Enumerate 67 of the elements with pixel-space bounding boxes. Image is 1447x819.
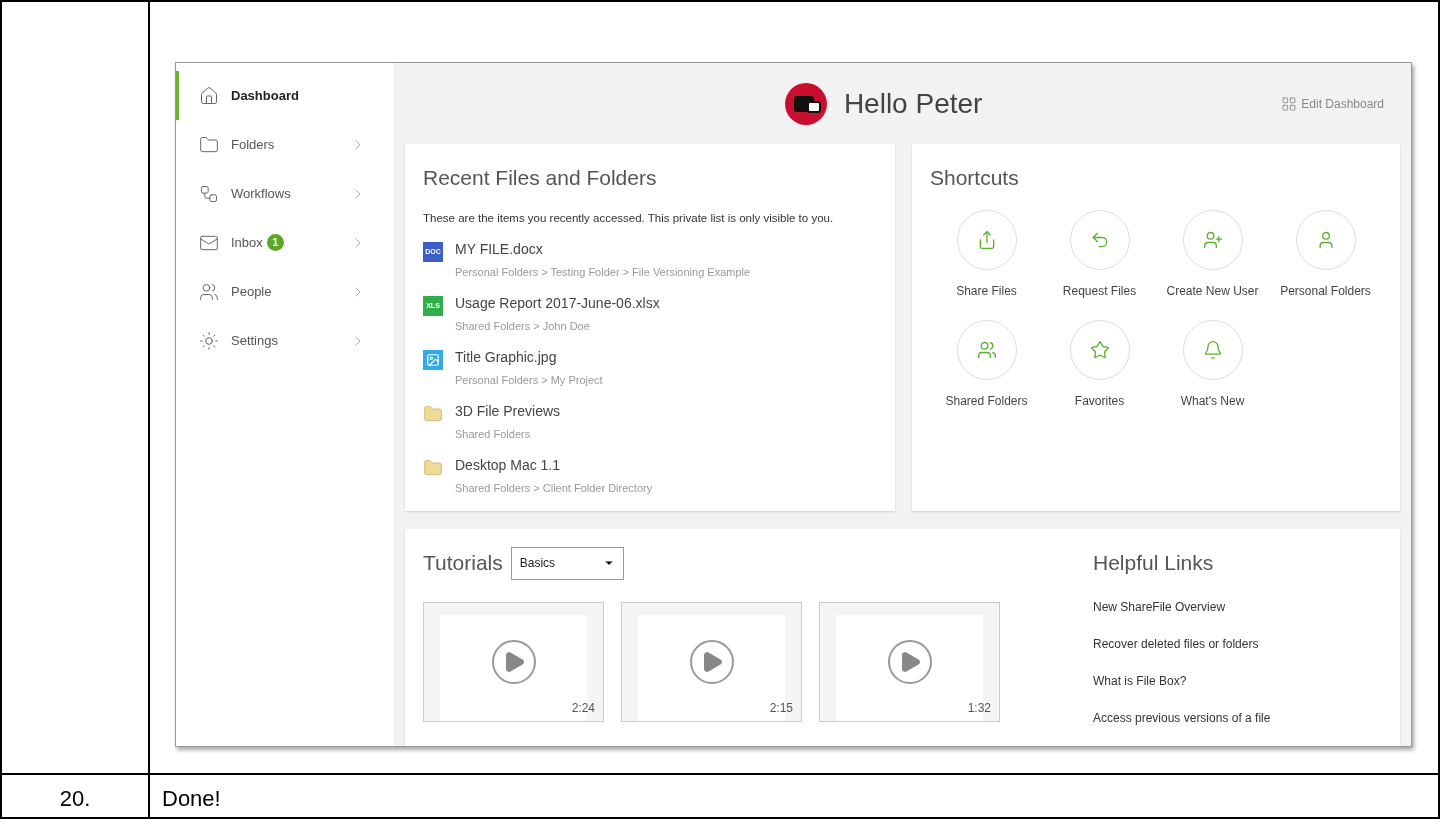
- file-name: Title Graphic.jpg: [455, 347, 558, 367]
- settings-icon: [199, 330, 219, 351]
- video-thumbnail[interactable]: 2:15: [621, 601, 802, 722]
- shortcut-button[interactable]: What's New: [1156, 319, 1269, 410]
- category-dropdown[interactable]: Basics: [510, 546, 624, 580]
- logo-icon: [783, 81, 828, 126]
- step-number: 20.: [59, 784, 91, 813]
- sidebar-label: Folders: [231, 135, 275, 154]
- workflow-icon: [199, 183, 219, 204]
- file-path: Personal Folders > Testing Folder > File Versioning Example: [455, 264, 751, 280]
- card-title: Recent Files and Folders: [423, 165, 658, 191]
- file-name: Desktop Mac 1.1: [455, 455, 562, 475]
- helpful-link[interactable]: What is File Box?: [1093, 672, 1271, 696]
- folder-icon: [423, 457, 443, 478]
- sidebar-label: People: [231, 282, 272, 301]
- count-badge: 1: [266, 234, 284, 251]
- sidebar-item[interactable]: People: [176, 267, 394, 316]
- video-thumbnail[interactable]: 1:32: [819, 601, 1000, 722]
- card-title: Shortcuts: [930, 165, 1020, 191]
- folder-icon: [199, 134, 219, 155]
- file-path: Shared Folders > John Doe: [455, 318, 591, 334]
- file-name: 3D File Previews: [455, 401, 561, 421]
- sidebar-label: Settings: [231, 331, 278, 350]
- sidebar-item[interactable]: Workflows: [176, 169, 394, 218]
- recent-file-row[interactable]: Title Graphic.jpg Personal Folders > My Project: [423, 346, 877, 401]
- shortcut-button[interactable]: Personal Folders: [1269, 209, 1382, 300]
- folder-icon: [423, 403, 443, 424]
- helpful-link[interactable]: Access previous versions of a file: [1093, 709, 1271, 733]
- file-name: MY FILE.docx: [455, 239, 544, 259]
- card-description: These are the items you recently accessed. This private list is only visible to you.: [423, 210, 835, 226]
- star-icon: [1089, 339, 1110, 360]
- video-thumbnail[interactable]: 2:24: [423, 601, 604, 722]
- helpful-link[interactable]: Recover deleted files or folders: [1093, 635, 1271, 659]
- greeting: Hello Peter: [843, 86, 983, 121]
- sidebar-label: Workflows: [231, 184, 291, 203]
- grid-icon: [1281, 95, 1298, 112]
- add-user-icon: [1202, 229, 1223, 250]
- sidebar-item[interactable]: Dashboard: [176, 71, 394, 120]
- video-duration: 2:15: [769, 699, 793, 717]
- users-icon: [976, 339, 997, 360]
- file-path: Shared Folders: [455, 426, 532, 442]
- video-duration: 2:24: [571, 699, 595, 717]
- recent-file-row[interactable]: 3D File Previews Shared Folders: [423, 400, 877, 455]
- video-duration: 1:32: [967, 699, 991, 717]
- sidebar-label: Dashboard: [231, 86, 299, 105]
- people-icon: [199, 281, 219, 302]
- bell-icon: [1202, 339, 1223, 360]
- shortcut-button[interactable]: Share Files: [930, 209, 1043, 300]
- shortcut-button[interactable]: Create New User: [1156, 209, 1269, 300]
- shortcut-button[interactable]: Shared Folders: [930, 319, 1043, 410]
- play-icon: [491, 639, 536, 684]
- file-path: Shared Folders > Client Folder Directory: [455, 480, 653, 496]
- sidebar-item[interactable]: Settings: [176, 316, 394, 365]
- card-title: Helpful Links: [1093, 549, 1215, 576]
- file-name: Usage Report 2017-June-06.xlsx: [455, 293, 660, 313]
- image-file-icon: [423, 349, 443, 370]
- sidebar-item[interactable]: Inbox 1: [176, 218, 394, 267]
- shortcut-button[interactable]: Request Files: [1043, 209, 1156, 300]
- card-title: Tutorials: [423, 550, 503, 577]
- home-icon: [199, 85, 219, 106]
- sidebar-item[interactable]: Folders: [176, 120, 394, 169]
- shortcut-button[interactable]: Favorites: [1043, 319, 1156, 410]
- step-text: Done!: [162, 784, 221, 813]
- helpful-link[interactable]: New ShareFile Overview: [1093, 598, 1271, 622]
- sidebar-label: Inbox: [231, 233, 263, 252]
- recent-file-row[interactable]: Desktop Mac 1.1 Shared Folders > Client Folder Directory: [423, 454, 877, 509]
- file-path: Personal Folders > My Project: [455, 372, 603, 388]
